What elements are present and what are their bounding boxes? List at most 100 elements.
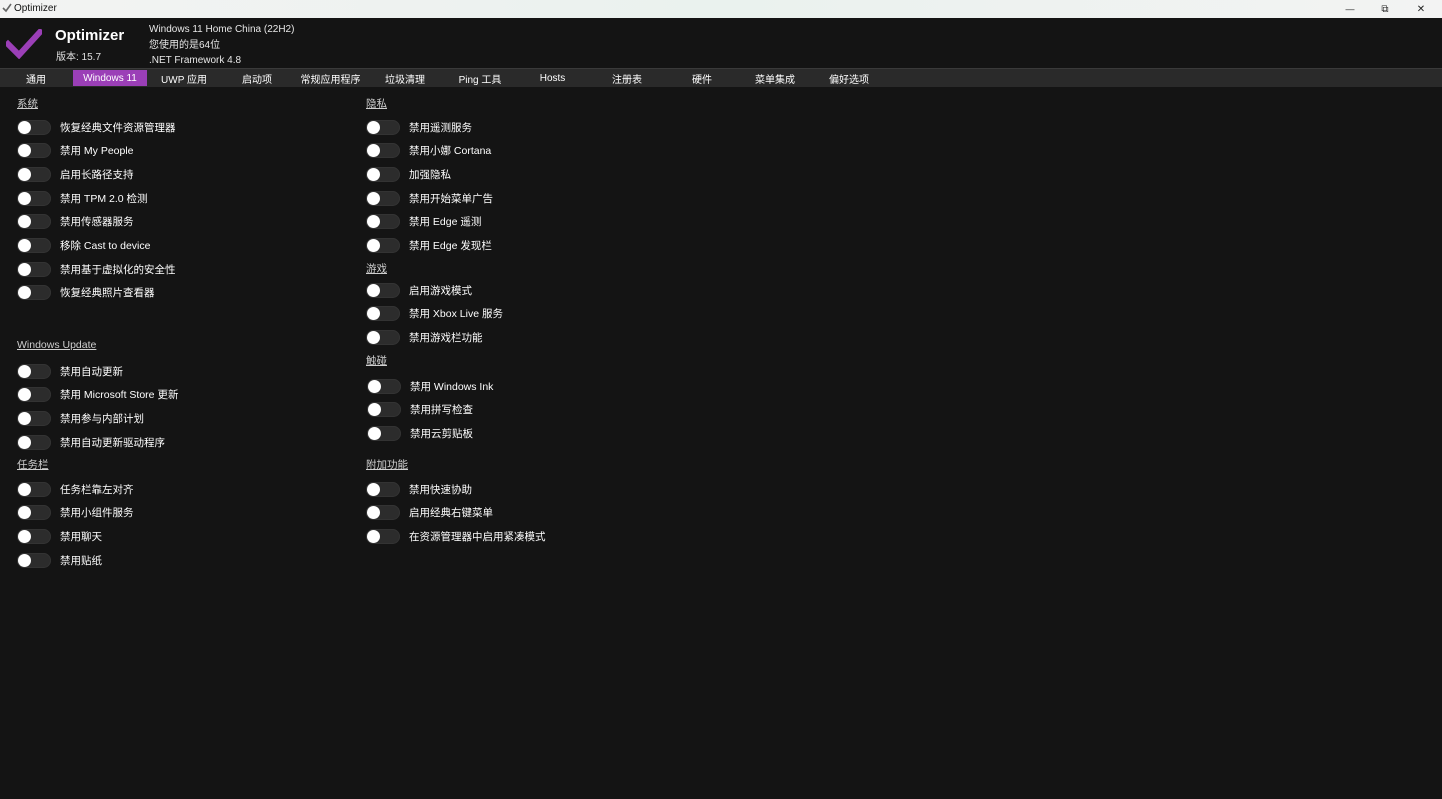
toggle-switch[interactable] — [17, 410, 51, 426]
toggle-knob — [18, 364, 31, 378]
app-header: Optimizer 版本: 15.7 Windows 11 Home China… — [0, 18, 1442, 68]
toggle-row[interactable]: 禁用 Windows Ink — [367, 377, 493, 395]
toggle-row[interactable]: 禁用 Microsoft Store 更新 — [17, 386, 178, 404]
toggle-label: 禁用基于虚拟化的安全性 — [60, 263, 176, 276]
toggle-switch[interactable] — [366, 505, 400, 521]
toggle-switch[interactable] — [17, 528, 51, 544]
tab-6[interactable]: Ping 工具 — [447, 70, 513, 86]
toggle-switch[interactable] — [366, 306, 400, 322]
toggle-row[interactable]: 禁用 Xbox Live 服务 — [366, 305, 503, 323]
toggle-knob — [367, 330, 380, 344]
tab-0[interactable]: 通用 — [24, 70, 48, 86]
close-button[interactable]: ✕ — [1403, 0, 1439, 18]
toggle-row[interactable]: 禁用开始菜单广告 — [366, 189, 493, 207]
close-icon: ✕ — [1416, 3, 1426, 15]
toggle-knob — [367, 506, 380, 520]
toggle-switch[interactable] — [17, 261, 51, 277]
toggle-row[interactable]: 禁用云剪贴板 — [367, 424, 473, 442]
toggle-switch[interactable] — [366, 119, 400, 135]
toggle-switch[interactable] — [366, 282, 400, 298]
toggle-label: 禁用云剪贴板 — [410, 427, 473, 440]
tab-5[interactable]: 垃圾清理 — [378, 70, 432, 86]
toggle-row[interactable]: 禁用遥测服务 — [366, 118, 472, 136]
toggle-row[interactable]: 禁用 My People — [17, 142, 134, 160]
toggle-row[interactable]: 禁用拼写检查 — [367, 401, 473, 419]
toggle-switch[interactable] — [17, 190, 51, 206]
toggle-row[interactable]: 启用长路径支持 — [17, 165, 134, 183]
toggle-label: 禁用自动更新 — [60, 365, 123, 378]
toggle-row[interactable]: 禁用自动更新驱动程序 — [17, 433, 165, 451]
tab-label: 启动项 — [242, 74, 272, 86]
toggle-row[interactable]: 禁用小组件服务 — [17, 504, 134, 522]
toggle-switch[interactable] — [366, 166, 400, 182]
toggle-row[interactable]: 禁用 TPM 2.0 检测 — [17, 189, 148, 207]
toggle-row[interactable]: 在资源管理器中启用紧凑模式 — [366, 527, 546, 545]
toggle-row[interactable]: 加强隐私 — [366, 165, 451, 183]
toggle-switch[interactable] — [367, 378, 401, 394]
toggle-switch[interactable] — [17, 143, 51, 159]
toggle-switch[interactable] — [17, 214, 51, 230]
toggle-switch[interactable] — [366, 190, 400, 206]
toggle-row[interactable]: 启用经典右键菜单 — [366, 504, 493, 522]
toggle-row[interactable]: 禁用贴纸 — [17, 551, 102, 569]
tab-10[interactable]: 菜单集成 — [747, 70, 803, 86]
toggle-knob — [18, 262, 31, 276]
section-title: 系统 — [17, 98, 38, 110]
tab-3[interactable]: 启动项 — [232, 70, 282, 86]
tab-4[interactable]: 常规应用程序 — [293, 70, 368, 86]
tab-1[interactable]: Windows 11 — [73, 70, 147, 86]
toggle-switch[interactable] — [17, 285, 51, 301]
toggle-row[interactable]: 禁用聊天 — [17, 527, 102, 545]
toggle-label: 禁用 Xbox Live 服务 — [409, 308, 503, 321]
tab-8[interactable]: 注册表 — [595, 70, 659, 86]
toggle-switch[interactable] — [366, 143, 400, 159]
toggle-row[interactable]: 禁用传感器服务 — [17, 213, 134, 231]
toggle-switch[interactable] — [366, 329, 400, 345]
tab-2[interactable]: UWP 应用 — [153, 70, 215, 86]
tab-9[interactable]: 硬件 — [679, 70, 725, 86]
toggle-switch[interactable] — [366, 528, 400, 544]
toggle-knob — [18, 286, 31, 300]
toggle-row[interactable]: 恢复经典文件资源管理器 — [17, 118, 176, 136]
toggle-knob — [18, 191, 31, 205]
toggle-row[interactable]: 禁用 Edge 发现栏 — [366, 237, 492, 255]
minimize-button[interactable]: — — [1332, 0, 1368, 18]
section-title: 任务栏 — [17, 459, 49, 471]
toggle-switch[interactable] — [367, 425, 401, 441]
toggle-switch[interactable] — [17, 238, 51, 253]
restore-button[interactable]: ⧉ — [1367, 0, 1403, 18]
toggle-switch[interactable] — [366, 238, 400, 253]
window-titlebar[interactable]: Optimizer — ⧉ ✕ — [0, 0, 1442, 18]
tab-7[interactable]: Hosts — [525, 70, 580, 86]
toggle-row[interactable]: 禁用小娜 Cortana — [366, 142, 491, 160]
toggle-switch[interactable] — [17, 363, 51, 379]
toggle-switch[interactable] — [17, 505, 51, 521]
toggle-row[interactable]: 启用游戏模式 — [366, 281, 472, 299]
toggle-row[interactable]: 禁用 Edge 遥测 — [366, 213, 481, 231]
toggle-label: 禁用 Microsoft Store 更新 — [60, 389, 179, 402]
toggle-row[interactable]: 禁用自动更新 — [17, 362, 123, 380]
tab-11[interactable]: 偏好选项 — [820, 70, 878, 86]
window-title: Optimizer — [14, 3, 57, 14]
toggle-row[interactable]: 禁用游戏栏功能 — [366, 328, 483, 346]
toggle-row[interactable]: 禁用基于虚拟化的安全性 — [17, 260, 176, 278]
toggle-label: 启用长路径支持 — [60, 168, 134, 181]
toggle-row[interactable]: 禁用参与内部计划 — [17, 409, 144, 427]
toggle-knob — [18, 388, 31, 402]
toggle-switch[interactable] — [17, 552, 51, 568]
toggle-switch[interactable] — [366, 481, 400, 497]
toggle-label: 禁用 My People — [60, 145, 134, 158]
toggle-switch[interactable] — [367, 402, 401, 418]
toggle-switch[interactable] — [17, 166, 51, 182]
toggle-switch[interactable] — [17, 119, 51, 135]
toggle-switch[interactable] — [366, 214, 400, 230]
toggle-switch[interactable] — [17, 434, 51, 450]
toggle-label: 禁用参与内部计划 — [60, 412, 144, 425]
toggle-row[interactable]: 恢复经典照片查看器 — [17, 284, 155, 302]
toggle-row[interactable]: 任务栏靠左对齐 — [17, 480, 134, 498]
toggle-row[interactable]: 移除 Cast to device — [17, 237, 150, 255]
toggle-row[interactable]: 禁用快速协助 — [366, 480, 472, 498]
toggle-label: 禁用快速协助 — [409, 483, 472, 496]
toggle-switch[interactable] — [17, 481, 51, 497]
toggle-switch[interactable] — [17, 387, 51, 403]
